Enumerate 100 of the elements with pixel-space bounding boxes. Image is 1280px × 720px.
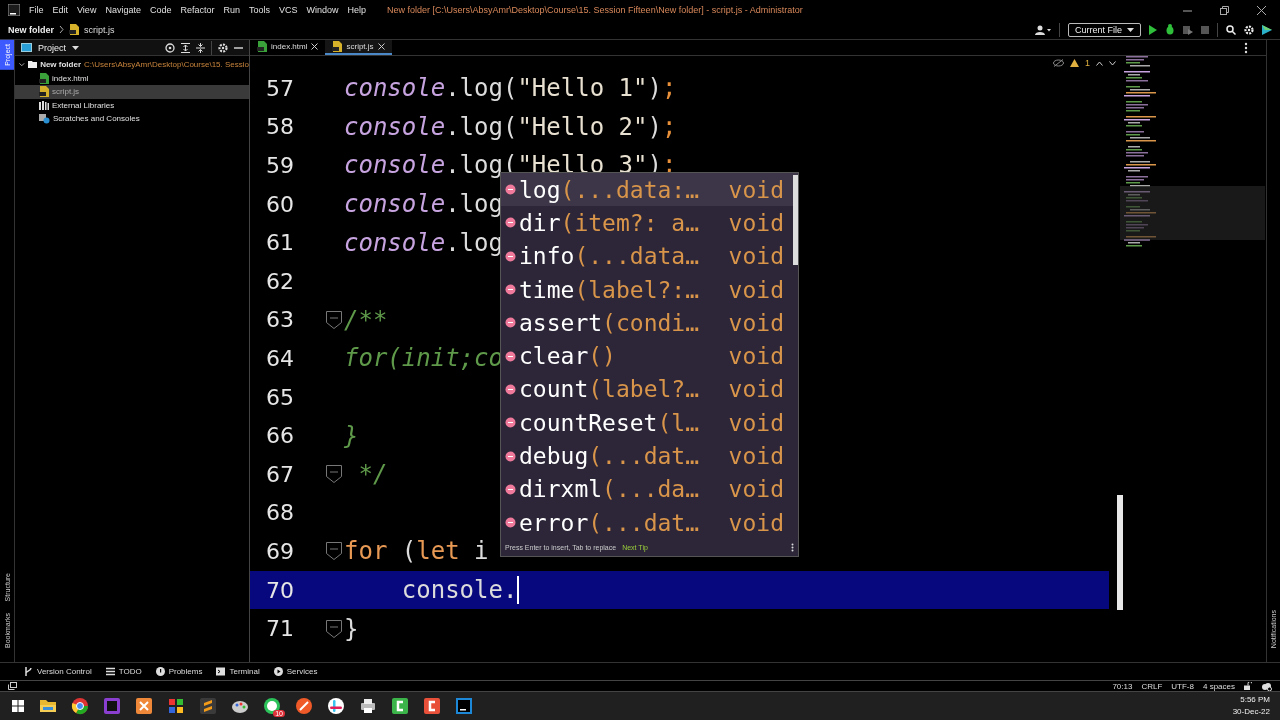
- breadcrumb-item[interactable]: New folder: [8, 24, 54, 35]
- list-icon: [105, 667, 115, 676]
- line-number: 60: [265, 191, 294, 217]
- fold-marker-icon[interactable]: [326, 542, 342, 561]
- completion-item[interactable]: log(...data:… void: [501, 173, 798, 207]
- fold-marker-icon[interactable]: [326, 465, 342, 484]
- menu-item[interactable]: Tools: [248, 5, 270, 15]
- tool-window-tab[interactable]: Problems: [155, 667, 203, 676]
- completion-item[interactable]: debug(...dat… void: [501, 439, 798, 473]
- restore-icon[interactable]: [1220, 5, 1229, 15]
- tool-window-tab[interactable]: Version Control: [24, 667, 92, 676]
- app-icon[interactable]: [294, 696, 314, 716]
- line-number: 65: [265, 384, 294, 410]
- app-icon[interactable]: [326, 696, 346, 716]
- menu-item[interactable]: Edit: [52, 5, 69, 15]
- coverage-icon[interactable]: [1183, 24, 1193, 35]
- code-line: console.log("Hello 2");: [344, 112, 677, 141]
- run-icon[interactable]: [1149, 24, 1157, 35]
- panel-title[interactable]: Project: [38, 42, 66, 53]
- browser-icon[interactable]: [70, 696, 90, 716]
- line-number: 69: [265, 538, 294, 564]
- code-line: for(init;co: [344, 344, 503, 373]
- menu-item[interactable]: Navigate: [105, 5, 141, 15]
- menu-item[interactable]: Window: [306, 5, 339, 15]
- status-item[interactable]: 70:13: [1112, 681, 1133, 691]
- bug-icon[interactable]: [1165, 24, 1175, 35]
- completion-item[interactable]: dirxml(...da… void: [501, 472, 798, 506]
- completion-item[interactable]: clear() void: [501, 339, 798, 373]
- scrollbar-thumb[interactable]: [1117, 495, 1123, 610]
- tree-item[interactable]: External Libraries: [15, 98, 249, 112]
- printer-icon[interactable]: [358, 696, 378, 716]
- completion-item[interactable]: assert(condi… void: [501, 306, 798, 340]
- completion-item[interactable]: countReset(l… void: [501, 406, 798, 440]
- editor-tab[interactable]: script.js: [325, 40, 392, 55]
- method-icon: [505, 517, 516, 529]
- close-icon[interactable]: [311, 43, 319, 50]
- collapse-all-icon[interactable]: [196, 42, 205, 53]
- lock-icon[interactable]: [1244, 682, 1252, 690]
- app-icon[interactable]: [134, 696, 154, 716]
- menu-item[interactable]: Help: [347, 5, 367, 15]
- search-icon[interactable]: [1226, 24, 1236, 35]
- method-icon: [505, 317, 516, 329]
- method-icon: [505, 184, 516, 196]
- cloud-icon[interactable]: [1261, 681, 1272, 691]
- fold-marker-icon[interactable]: [326, 619, 342, 638]
- run-configuration-dropdown[interactable]: Current File: [1068, 22, 1141, 37]
- caret-icon[interactable]: [72, 45, 79, 50]
- menu-item[interactable]: VCS: [279, 5, 298, 15]
- status-item[interactable]: UTF-8: [1171, 681, 1194, 691]
- editor-tab[interactable]: index.html: [250, 40, 326, 55]
- tool-window-tab[interactable]: Services: [273, 667, 318, 676]
- menu-item[interactable]: File: [29, 5, 44, 15]
- app-icon[interactable]: [422, 696, 442, 716]
- app-icon[interactable]: [390, 696, 410, 716]
- app-logo-icon: [8, 4, 20, 16]
- tree-item[interactable]: Scratches and Consoles: [15, 112, 249, 126]
- settings-icon[interactable]: [218, 42, 228, 53]
- more-icon[interactable]: [1244, 42, 1248, 54]
- user-icon[interactable]: [1035, 24, 1051, 35]
- close-icon[interactable]: [1257, 5, 1266, 15]
- html-file-icon: [39, 72, 49, 84]
- tree-item[interactable]: index.html: [15, 71, 249, 85]
- more-icon[interactable]: [791, 543, 794, 553]
- library-icon: [39, 100, 49, 110]
- expand-all-icon[interactable]: [181, 42, 190, 53]
- completion-item[interactable]: error(...dat… void: [501, 505, 798, 540]
- plugin-logo-icon[interactable]: [1262, 24, 1272, 35]
- tree-item[interactable]: New folder C:\Users\AbsyAmr\Desktop\Course\15. Sessio: [15, 58, 249, 72]
- code-line: for (let i: [344, 537, 489, 566]
- eye-off-icon[interactable]: [1053, 59, 1064, 67]
- text-cursor: [517, 576, 520, 604]
- line-number: 63: [265, 307, 294, 333]
- completion-item[interactable]: time(label?:… void: [501, 272, 798, 307]
- completion-item[interactable]: count(label?… void: [501, 372, 798, 407]
- menu-item[interactable]: Run: [223, 5, 240, 15]
- code-line: console.log("Hello 1");: [344, 74, 677, 103]
- tool-window-tab[interactable]: Terminal: [216, 667, 260, 676]
- locate-icon[interactable]: [165, 42, 175, 53]
- menu-item[interactable]: Code: [149, 5, 172, 15]
- status-item[interactable]: 4 spaces: [1202, 681, 1235, 691]
- fold-marker-icon[interactable]: [326, 310, 342, 329]
- code-line: /**: [344, 305, 388, 334]
- js-file-icon: [332, 41, 343, 52]
- window-icon[interactable]: [8, 682, 17, 690]
- close-icon[interactable]: [377, 43, 385, 50]
- tool-window-tab[interactable]: TODO: [105, 667, 142, 676]
- tree-item[interactable]: script.js: [15, 85, 249, 99]
- tiles-icon[interactable]: [166, 696, 186, 716]
- warning-icon[interactable]: [1070, 59, 1079, 67]
- app-icon[interactable]: [198, 696, 218, 716]
- breadcrumb-item[interactable]: script.js: [84, 24, 115, 35]
- menu-item[interactable]: View: [77, 5, 97, 15]
- menu-item[interactable]: Refactor: [180, 5, 215, 15]
- status-item[interactable]: CRLF: [1141, 681, 1163, 691]
- js-file-icon: [39, 86, 49, 98]
- branch-icon: [24, 667, 33, 676]
- chat-icon[interactable]: [262, 696, 282, 716]
- settings-icon[interactable]: [1244, 24, 1254, 35]
- scrollbar-thumb[interactable]: [793, 175, 798, 265]
- stop-icon[interactable]: [1201, 25, 1209, 34]
